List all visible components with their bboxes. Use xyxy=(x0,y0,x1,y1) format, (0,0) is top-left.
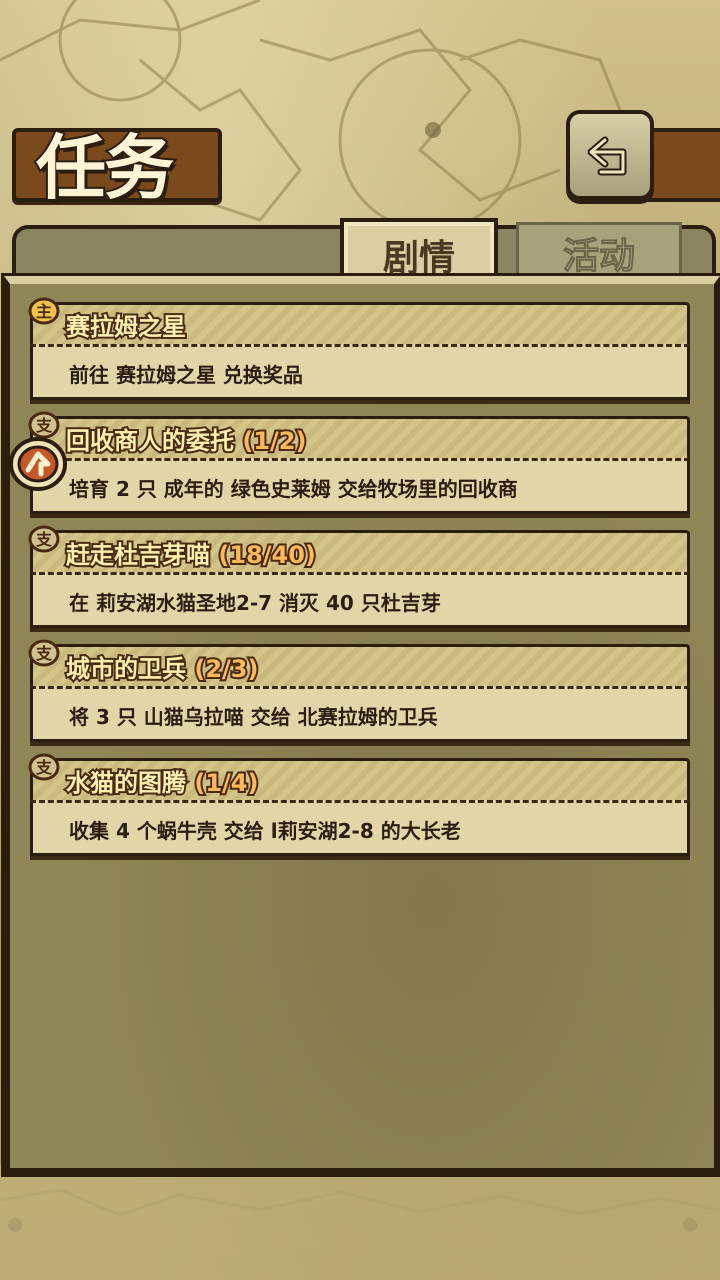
quest-body: 在 莉安湖水猫圣地2-7 消灭 40 只杜吉芽 xyxy=(30,572,690,628)
side-quest-icon: 支 xyxy=(28,639,60,667)
return-arrow-icon xyxy=(587,136,627,176)
quest-body: 收集 4 个蜗牛壳 交给 l莉安湖2-8 的大长老 xyxy=(30,800,690,856)
side-quest-icon: 支 xyxy=(28,525,60,553)
quest-title: 回收商人的委托 (1/2) xyxy=(64,425,308,457)
quest-body: 培育 2 只 成年的 绿色史莱姆 交给牧场里的回收商 xyxy=(30,458,690,514)
quest-card[interactable]: 培育 2 只 成年的 绿色史莱姆 交给牧场里的回收商 支 回收商人的委托 (1/… xyxy=(28,411,690,514)
quest-description: 将 3 只 山猫乌拉喵 交给 北赛拉姆的卫兵 xyxy=(69,705,438,729)
quest-card[interactable]: 前往 赛拉姆之星 兑换奖品 主 赛拉姆之星 xyxy=(28,297,690,400)
quest-card[interactable]: 将 3 只 山猫乌拉喵 交给 北赛拉姆的卫兵 支 城市的卫兵 (2/3) xyxy=(28,639,690,742)
side-quest-icon: 支 xyxy=(28,753,60,781)
quest-title: 水猫的图腾 (1/4) xyxy=(64,767,260,799)
svg-text:支: 支 xyxy=(35,758,53,777)
tracked-quest-marker-icon[interactable] xyxy=(8,436,68,492)
back-button[interactable] xyxy=(566,110,654,200)
svg-text:支: 支 xyxy=(35,644,53,663)
quest-card[interactable]: 收集 4 个蜗牛壳 交给 l莉安湖2-8 的大长老 支 水猫的图腾 (1/4) xyxy=(28,753,690,856)
quest-progress: (2/3) xyxy=(192,653,260,685)
quest-description: 收集 4 个蜗牛壳 交给 l莉安湖2-8 的大长老 xyxy=(69,819,461,843)
quest-body: 前往 赛拉姆之星 兑换奖品 xyxy=(30,344,690,400)
svg-text:支: 支 xyxy=(35,530,53,549)
svg-text:支: 支 xyxy=(35,416,53,435)
svg-text:主: 主 xyxy=(36,302,52,321)
quest-title: 城市的卫兵 (2/3) xyxy=(64,653,260,685)
page-title: 任务 xyxy=(34,125,176,211)
quest-title: 赛拉姆之星 xyxy=(64,311,188,343)
quest-description: 在 莉安湖水猫圣地2-7 消灭 40 只杜吉芽 xyxy=(69,591,441,615)
main-quest-icon: 主 xyxy=(28,297,60,325)
quest-progress: (1/2) xyxy=(240,425,308,457)
quest-progress: (18/40) xyxy=(216,539,317,571)
quest-title: 赶走杜吉芽喵 (18/40) xyxy=(64,539,318,571)
quest-description: 前往 赛拉姆之星 兑换奖品 xyxy=(69,363,303,387)
quest-progress: (1/4) xyxy=(192,767,260,799)
quest-description: 培育 2 只 成年的 绿色史莱姆 交给牧场里的回收商 xyxy=(69,477,518,501)
quest-card[interactable]: 在 莉安湖水猫圣地2-7 消灭 40 只杜吉芽 支 赶走杜吉芽喵 (18/40) xyxy=(28,525,690,628)
quest-body: 将 3 只 山猫乌拉喵 交给 北赛拉姆的卫兵 xyxy=(30,686,690,742)
tab-events[interactable]: 活动 xyxy=(516,222,682,281)
